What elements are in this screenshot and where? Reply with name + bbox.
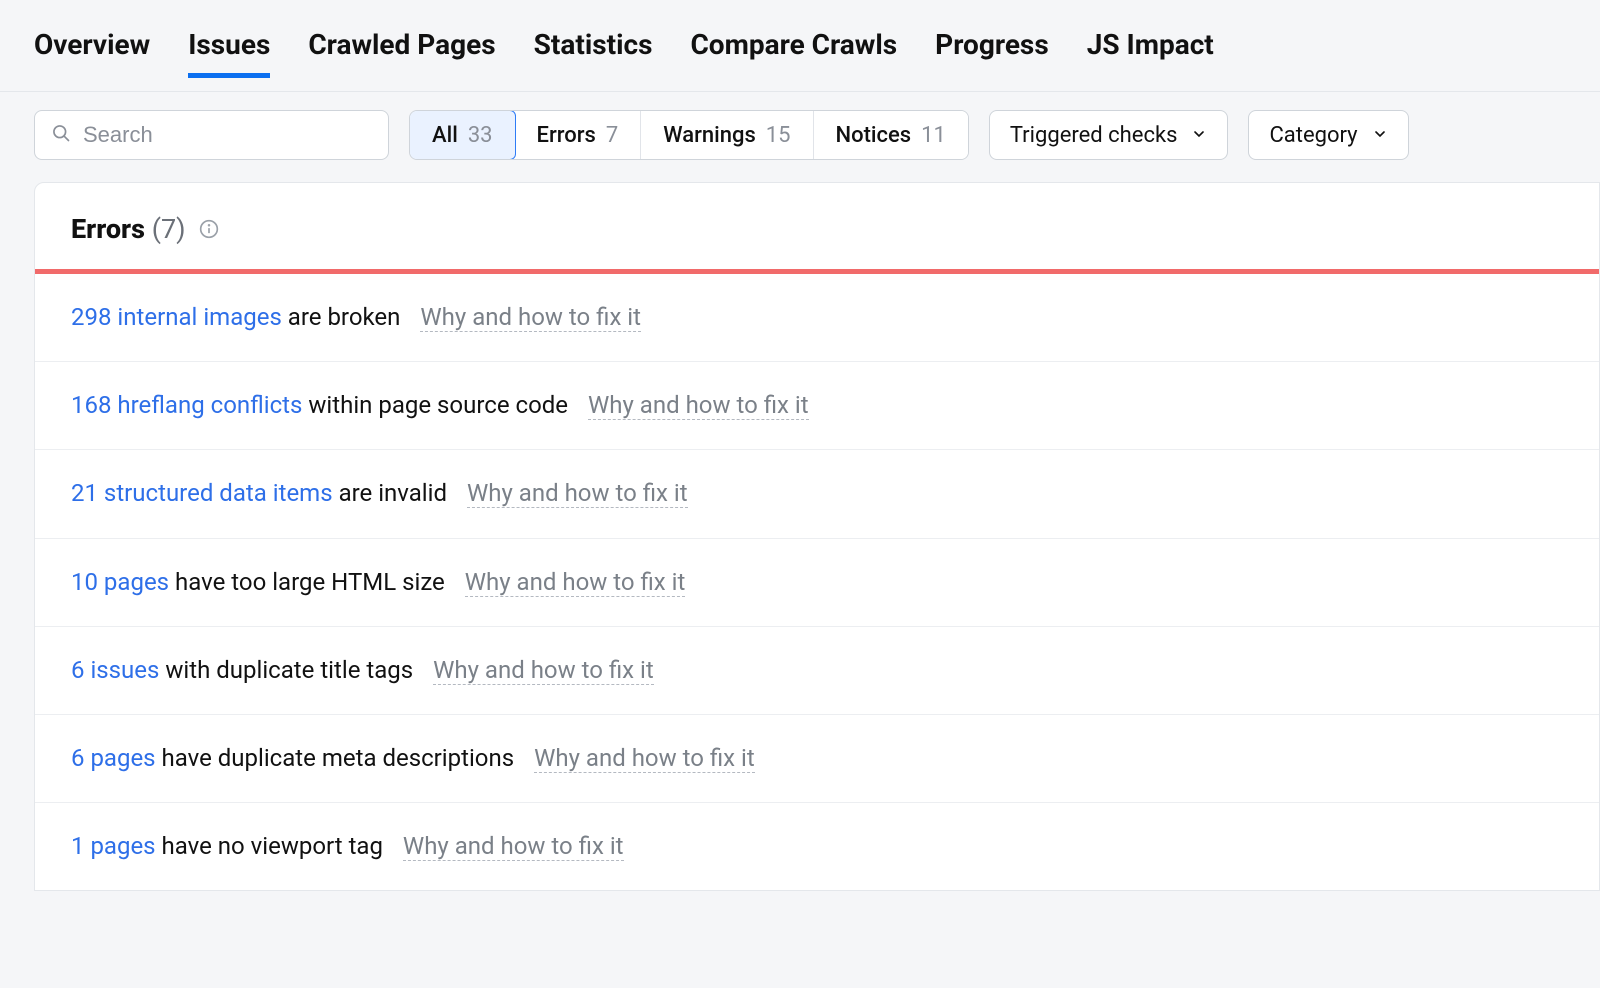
tab-statistics[interactable]: Statistics — [534, 28, 653, 77]
filter-warnings-label: Warnings — [663, 123, 756, 148]
tab-issues[interactable]: Issues — [188, 28, 270, 77]
tab-js-impact[interactable]: JS Impact — [1087, 28, 1214, 77]
errors-panel: Errors (7) 298 internal images are broke… — [34, 182, 1600, 891]
filter-notices[interactable]: Notices 11 — [814, 111, 968, 159]
why-and-how-link[interactable]: Why and how to fix it — [420, 303, 641, 332]
why-and-how-link[interactable]: Why and how to fix it — [465, 568, 686, 597]
issue-text: have duplicate meta descriptions — [156, 744, 515, 772]
issue-row: 168 hreflang conflicts within page sourc… — [35, 362, 1599, 450]
triggered-checks-dropdown[interactable]: Triggered checks — [989, 110, 1229, 160]
category-dropdown[interactable]: Category — [1248, 110, 1408, 160]
issue-row: 298 internal images are broken Why and h… — [35, 274, 1599, 362]
search-box[interactable] — [34, 110, 389, 160]
why-and-how-link[interactable]: Why and how to fix it — [467, 479, 688, 508]
issue-link[interactable]: 298 internal images — [71, 303, 282, 331]
issue-link[interactable]: 6 pages — [71, 744, 156, 772]
filter-toolbar: All 33 Errors 7 Warnings 15 Notices 11 T… — [0, 92, 1600, 182]
issue-row: 1 pages have no viewport tag Why and how… — [35, 803, 1599, 890]
why-and-how-link[interactable]: Why and how to fix it — [403, 832, 624, 861]
errors-panel-title: Errors (7) — [71, 213, 186, 245]
filter-notices-count: 11 — [921, 123, 946, 148]
issue-text: have too large HTML size — [169, 568, 445, 596]
tab-progress[interactable]: Progress — [935, 28, 1049, 77]
filter-errors[interactable]: Errors 7 — [515, 111, 642, 159]
filter-all[interactable]: All 33 — [409, 110, 516, 160]
issue-text: are broken — [282, 303, 401, 331]
issue-text: are invalid — [333, 479, 447, 507]
issue-link[interactable]: 6 issues — [71, 656, 159, 684]
errors-title-text: Errors — [71, 213, 145, 245]
why-and-how-link[interactable]: Why and how to fix it — [588, 391, 809, 420]
filter-errors-label: Errors — [537, 123, 596, 148]
issue-text: with duplicate title tags — [159, 656, 413, 684]
issue-link[interactable]: 168 hreflang conflicts — [71, 391, 302, 419]
tab-crawled-pages[interactable]: Crawled Pages — [308, 28, 495, 77]
search-icon — [51, 123, 71, 147]
chevron-down-icon — [1191, 123, 1207, 148]
main-tabs: Overview Issues Crawled Pages Statistics… — [0, 0, 1600, 92]
why-and-how-link[interactable]: Why and how to fix it — [433, 656, 654, 685]
filter-notices-label: Notices — [836, 123, 912, 148]
filter-warnings-count: 15 — [766, 123, 791, 148]
tab-overview[interactable]: Overview — [34, 28, 150, 77]
tab-compare-crawls[interactable]: Compare Crawls — [690, 28, 897, 77]
why-and-how-link[interactable]: Why and how to fix it — [534, 744, 755, 773]
issue-text: have no viewport tag — [156, 832, 383, 860]
category-label: Category — [1269, 123, 1357, 148]
info-icon[interactable] — [198, 218, 220, 240]
issue-row: 10 pages have too large HTML size Why an… — [35, 539, 1599, 627]
errors-title-count: (7) — [152, 213, 186, 245]
issue-row: 6 issues with duplicate title tags Why a… — [35, 627, 1599, 715]
issue-type-filter: All 33 Errors 7 Warnings 15 Notices 11 — [409, 110, 969, 160]
filter-warnings[interactable]: Warnings 15 — [641, 111, 813, 159]
filter-all-count: 33 — [468, 123, 493, 148]
filter-errors-count: 7 — [606, 123, 618, 148]
issue-link[interactable]: 1 pages — [71, 832, 156, 860]
triggered-checks-label: Triggered checks — [1010, 123, 1178, 148]
search-input[interactable] — [83, 122, 372, 148]
filter-all-label: All — [432, 123, 458, 148]
errors-panel-header: Errors (7) — [35, 183, 1599, 269]
issue-row: 21 structured data items are invalid Why… — [35, 450, 1599, 538]
chevron-down-icon — [1372, 123, 1388, 148]
issue-link[interactable]: 10 pages — [71, 568, 169, 596]
issue-text: within page source code — [302, 391, 568, 419]
issue-row: 6 pages have duplicate meta descriptions… — [35, 715, 1599, 803]
issue-link[interactable]: 21 structured data items — [71, 479, 333, 507]
